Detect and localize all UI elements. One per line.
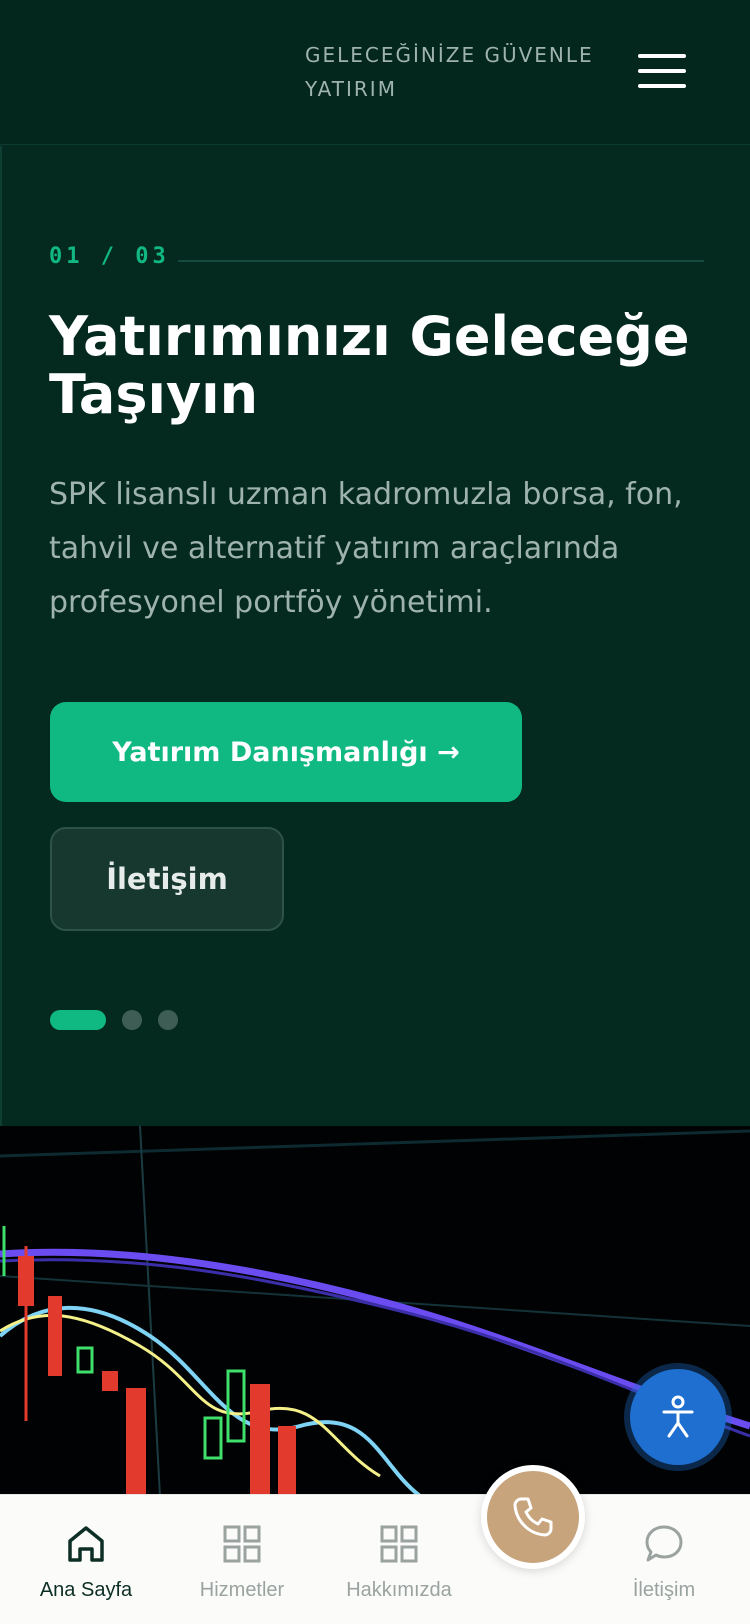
grid-icon (380, 1525, 418, 1563)
hamburger-icon (638, 54, 686, 58)
nav-item-label: Hakkımızda (346, 1579, 452, 1601)
bottom-navigation: Ana Sayfa Hizmetler Hakkımızda İletişim (0, 1494, 750, 1624)
phone-icon (513, 1497, 553, 1537)
nav-item-contact[interactable]: İletişim (589, 1495, 739, 1624)
slide-counter-divider (178, 260, 704, 262)
slide-dot-2[interactable] (122, 1010, 142, 1030)
slide-dot-1[interactable] (50, 1010, 106, 1030)
site-tagline: GELECEĞİNİZE GÜVENLE YATIRIM (305, 43, 594, 101)
hamburger-menu-button[interactable] (636, 52, 686, 90)
nav-item-label: Ana Sayfa (39, 1579, 133, 1601)
nav-item-services[interactable]: Hizmetler (167, 1495, 317, 1624)
call-button[interactable] (481, 1465, 585, 1569)
nav-item-label: Hizmetler (199, 1579, 285, 1601)
slide-dot-3[interactable] (158, 1010, 178, 1030)
investment-consulting-button[interactable]: Yatırım Danışmanlığı → (50, 702, 522, 802)
nav-item-home[interactable]: Ana Sayfa (11, 1495, 161, 1624)
contact-button[interactable]: İletişim (50, 827, 284, 931)
home-icon (68, 1526, 104, 1562)
chat-bubble-icon (645, 1525, 683, 1562)
accessibility-button[interactable] (630, 1369, 726, 1465)
grid-icon (223, 1525, 261, 1563)
hamburger-icon-bar (638, 84, 686, 88)
hero-title: Yatırımınızı Geleceğe Taşıyın (49, 305, 690, 426)
nav-item-about[interactable]: Hakkımızda (324, 1495, 474, 1624)
nav-item-label: İletişim (632, 1579, 696, 1601)
hamburger-icon-bar (638, 69, 686, 73)
slide-counter: 01 / 03 (49, 244, 170, 269)
hero-slider: 01 / 03 Yatırımınızı Geleceğe Taşıyın SP… (0, 146, 750, 1126)
hero-description: SPK lisanslı uzman kadromuzla borsa, fon… (49, 477, 683, 620)
site-header: GELECEĞİNİZE GÜVENLE YATIRIM (0, 0, 750, 145)
accessibility-icon (662, 1395, 694, 1438)
